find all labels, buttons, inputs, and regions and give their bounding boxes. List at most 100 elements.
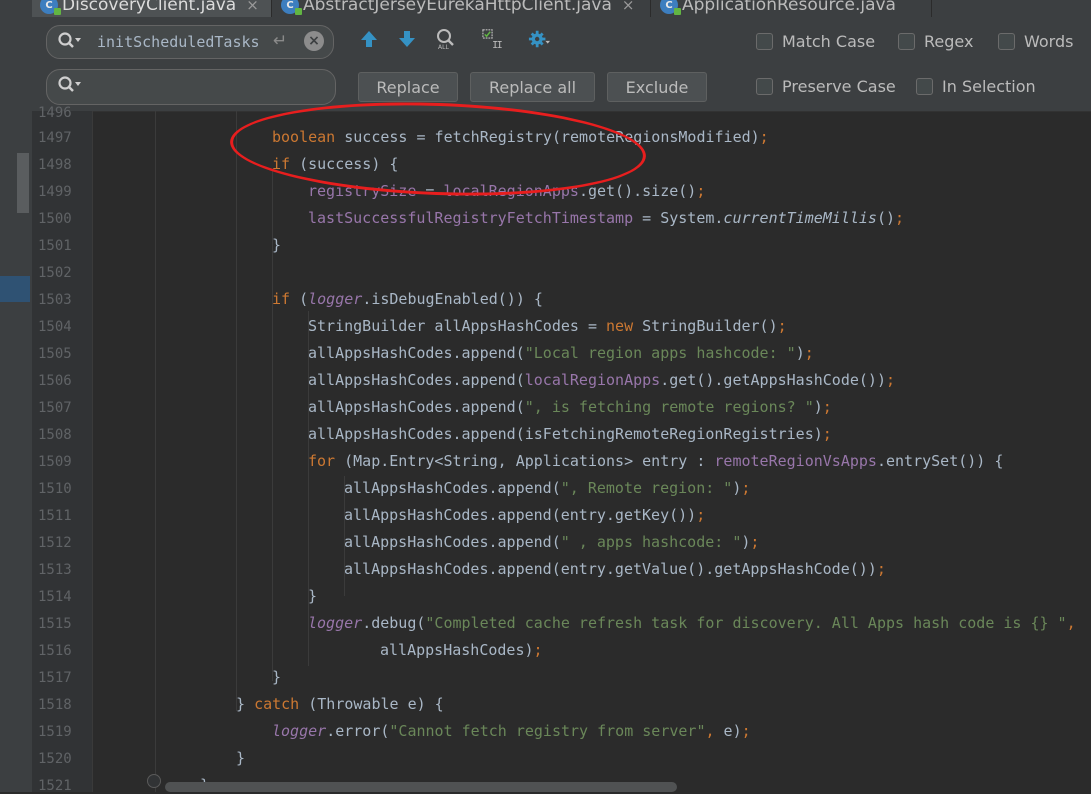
replace-input[interactable] [46,69,336,105]
line-number: 1500 [38,211,72,227]
code-token: } [272,236,282,254]
replace-button[interactable]: Replace [358,72,458,102]
code-token: allAppsHashCodes.append( [344,479,561,497]
new-line-icon[interactable]: ↵ [273,31,287,51]
code-token: (Map.Entry<String, Applications> entry : [335,452,715,470]
code-line-1512[interactable]: allAppsHashCodes.append(" , apps hashcod… [344,529,759,556]
code-line-1514[interactable]: } [308,583,317,610]
regex-label: Regex [924,32,974,51]
match-case-checkbox[interactable]: Match Case [756,32,875,51]
line-number: 1503 [38,292,72,308]
tab-discoveryclient[interactable]: C DiscoveryClient.java × [32,0,272,17]
search-input[interactable]: initScheduledTasks ↵ × [46,25,334,59]
code-token: "Local region apps hashcode: " [524,344,796,362]
arrow-down-icon[interactable] [396,28,418,50]
line-number: 1506 [38,373,72,389]
line-number: 1514 [38,589,72,605]
code-token: .entrySet()) { [876,452,1004,470]
code-line-1508[interactable]: allAppsHashCodes.append(isFetchingRemote… [308,421,832,448]
code-editor[interactable]: boolean success = fetchRegistry(remoteRe… [93,111,1091,792]
close-icon[interactable]: × [246,0,259,14]
code-token: StringBuilder allAppsHashCodes = [308,317,607,335]
code-token: logger [308,290,363,308]
in-selection-checkbox[interactable]: In Selection [916,77,1036,96]
clear-search-icon[interactable]: × [304,31,324,51]
preserve-case-label: Preserve Case [782,77,896,96]
line-number: 1517 [38,670,72,686]
code-token: ; [750,533,760,551]
close-icon[interactable]: × [622,0,635,14]
code-token: if [272,290,291,308]
find-replace-panel: initScheduledTasks ↵ × ALL I I Match Cas… [32,17,1091,112]
code-line-1505[interactable]: allAppsHashCodes.append("Local region ap… [308,340,814,367]
code-line-1506[interactable]: allAppsHashCodes.append(localRegionApps.… [308,367,895,394]
line-number: 1507 [38,400,72,416]
code-line-1507[interactable]: allAppsHashCodes.append(", is fetching r… [308,394,832,421]
code-token: logger [272,722,327,740]
line-number: 1516 [38,643,72,659]
select-all-occurrences-icon[interactable]: I I [482,28,504,50]
line-number: 1505 [38,346,72,362]
exclude-button[interactable]: Exclude [607,72,707,102]
code-line-1520[interactable]: } [236,745,245,772]
code-token: .get().size() [578,182,697,200]
horizontal-scrollbar[interactable] [165,782,677,792]
preserve-case-checkbox[interactable]: Preserve Case [756,77,896,96]
code-line-1511[interactable]: allAppsHashCodes.append(entry.getKey()); [344,502,705,529]
code-line-1516[interactable]: allAppsHashCodes); [380,637,543,664]
code-token: e) [714,722,742,740]
code-line-1501[interactable]: } [272,232,281,259]
line-number: 1504 [38,319,72,335]
tab-abstractjerseyeurekahttpclient[interactable]: C AbstractJerseyEurekaHttpClient.java × [273,0,651,17]
replace-history-icon[interactable] [57,75,83,95]
tab-applicationresource[interactable]: C ApplicationResource.java [652,0,932,17]
code-token: ; [822,425,832,443]
tab-label: AbstractJerseyEurekaHttpClient.java [303,0,612,15]
checkbox-box[interactable] [916,78,933,95]
regex-checkbox[interactable]: Regex [898,32,973,51]
code-token: .get().getAppsHashCode()) [660,371,886,389]
code-token: = System. [633,209,724,227]
code-token: allAppsHashCodes.append( [308,344,525,362]
code-token: ; [696,506,706,524]
code-line-1513[interactable]: allAppsHashCodes.append(entry.getValue()… [344,556,886,583]
words-checkbox[interactable]: Words [998,32,1073,51]
code-token: ; [804,344,814,362]
code-token: ; [741,479,751,497]
code-token: ; [741,722,751,740]
replace-all-button[interactable]: Replace all [470,72,595,102]
checkbox-box[interactable] [756,33,773,50]
code-line-1500[interactable]: lastSuccessfulRegistryFetchTimestamp = S… [308,205,904,232]
in-selection-label: In Selection [942,77,1036,96]
code-line-1518[interactable]: } catch (Throwable e) { [236,691,444,718]
code-token: , [705,722,715,740]
code-line-1510[interactable]: allAppsHashCodes.append(", Remote region… [344,475,750,502]
code-token: } [236,695,255,713]
code-token: ( [290,290,309,308]
code-line-1509[interactable]: for (Map.Entry<String, Applications> ent… [308,448,1003,475]
code-token: ) [813,398,823,416]
code-line-1504[interactable]: StringBuilder allAppsHashCodes = new Str… [308,313,787,340]
line-number: 1496 [38,105,72,121]
match-case-label: Match Case [782,32,876,51]
code-token: "Completed cache refresh task for discov… [425,614,1067,632]
line-number: 1509 [38,454,72,470]
find-all-occurrences-icon[interactable]: ALL [435,28,457,50]
fold-marker-icon[interactable] [147,774,161,788]
line-number: 1497 [38,130,72,146]
checkbox-box[interactable] [998,33,1015,50]
code-token: ; [696,182,706,200]
search-history-icon[interactable] [57,31,83,51]
line-number: 1518 [38,697,72,713]
code-line-1503[interactable]: if (logger.isDebugEnabled()) { [272,286,543,313]
arrow-up-icon[interactable] [358,28,380,50]
code-line-1517[interactable]: } [272,664,281,691]
checkbox-box[interactable] [898,33,915,50]
selected-tool-window-marker[interactable] [0,276,30,302]
code-line-1519[interactable]: logger.error("Cannot fetch registry from… [272,718,751,745]
code-token: () [876,209,896,227]
line-number-gutter[interactable]: 1496 1497 1498 1499 1500 1501 1502 1503 … [32,105,93,794]
code-line-1515[interactable]: logger.debug("Completed cache refresh ta… [308,610,1076,637]
checkbox-box[interactable] [756,78,773,95]
settings-gear-icon[interactable] [528,28,550,50]
